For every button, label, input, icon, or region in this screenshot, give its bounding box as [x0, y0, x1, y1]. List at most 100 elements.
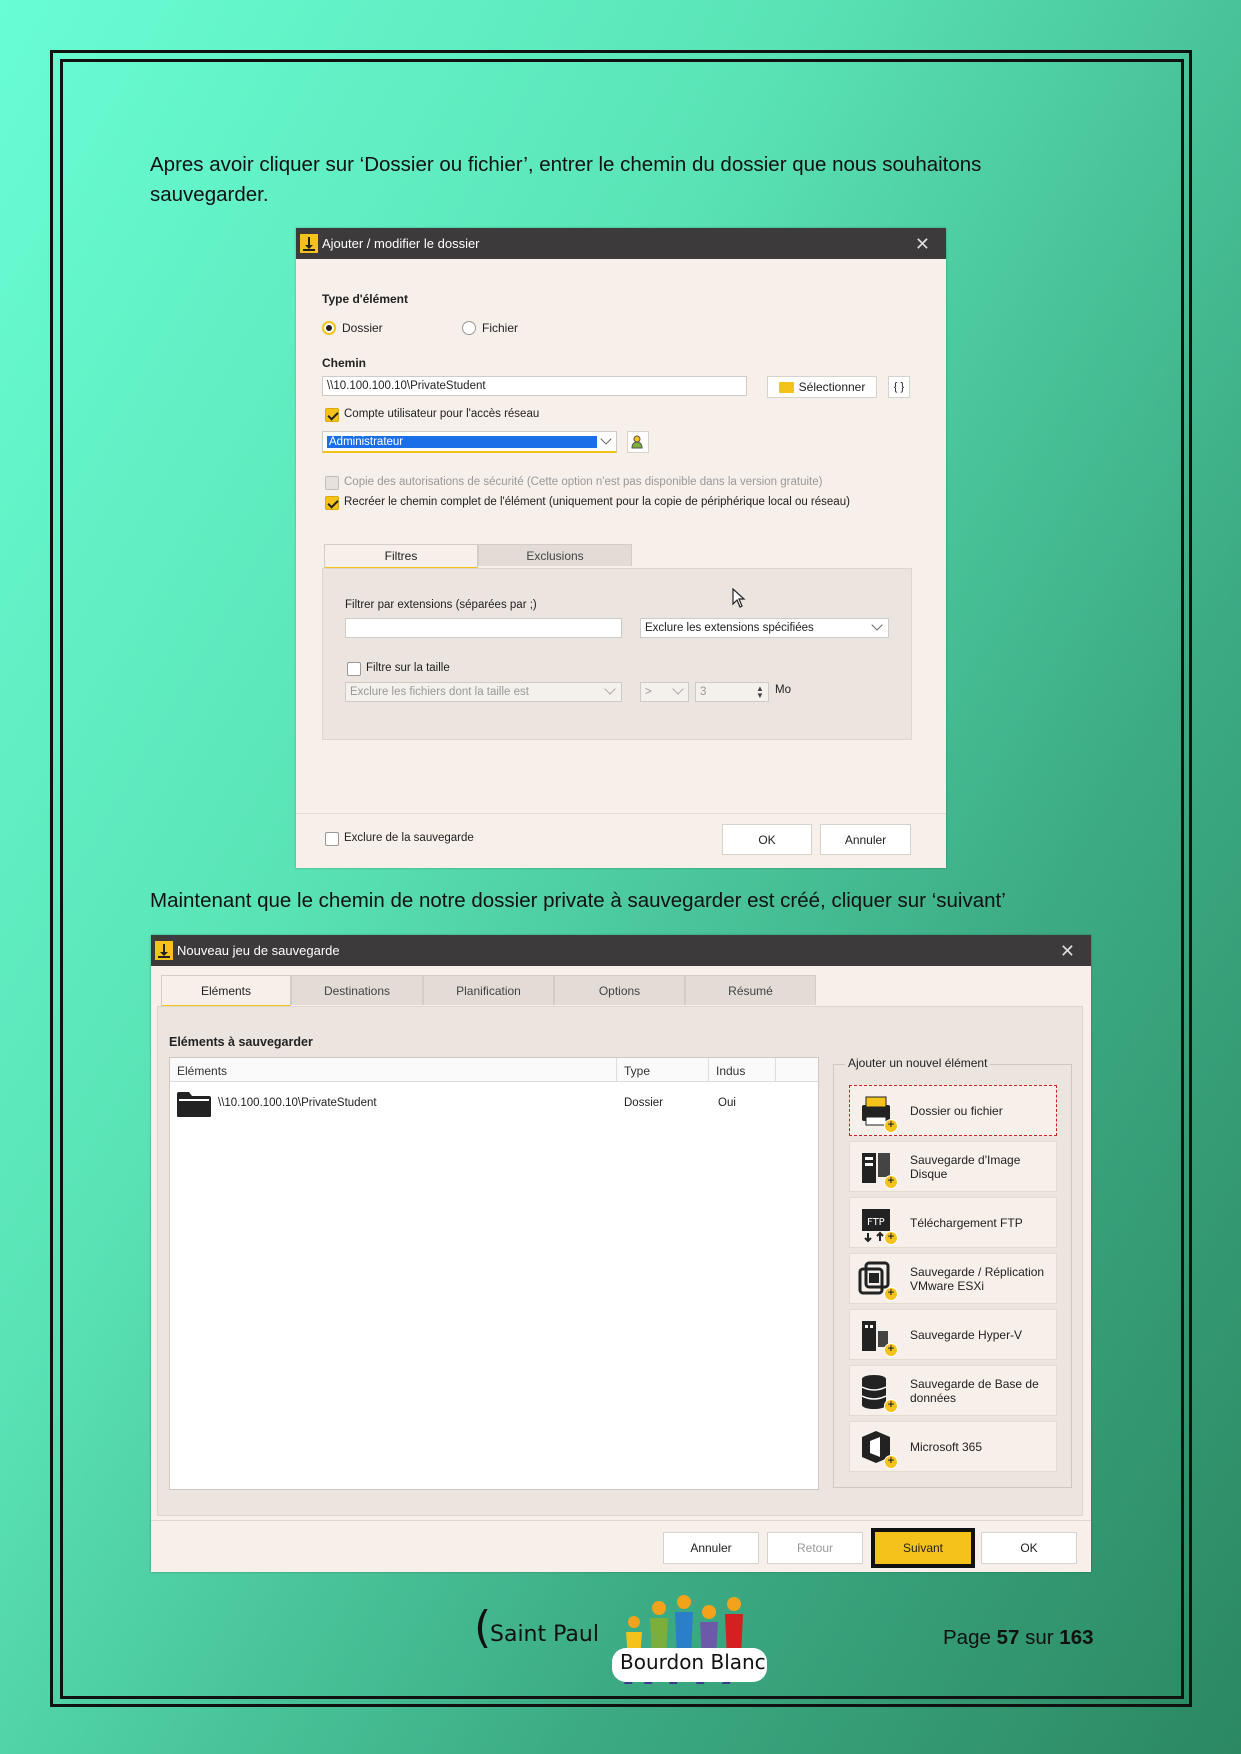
column-header-type[interactable]: Type: [624, 1064, 650, 1078]
add-item-label: Téléchargement FTP: [910, 1215, 1023, 1230]
type-label: Type d'élément: [322, 292, 408, 306]
cancel-button[interactable]: Annuler: [820, 824, 911, 855]
path-input[interactable]: \\10.100.100.10\PrivateStudent: [322, 376, 747, 396]
path-label: Chemin: [322, 356, 367, 370]
copy-permissions-checkbox[interactable]: [325, 476, 339, 490]
row-type: Dossier: [624, 1097, 663, 1109]
stepper-arrows-icon[interactable]: ▲ ▼: [756, 685, 764, 700]
back-button[interactable]: Retour: [767, 1532, 863, 1564]
exclude-checkbox[interactable]: [325, 832, 339, 846]
tab-options[interactable]: Options: [554, 975, 685, 1005]
recreate-path-label: Recréer le chemin complet de l'élément (…: [344, 496, 850, 508]
network-account-label: Compte utilisateur pour l'accès réseau: [344, 408, 540, 420]
table-row[interactable]: \\10.100.100.10\PrivateStudent Dossier O…: [170, 1084, 818, 1124]
dialog-titlebar: Ajouter / modifier le dossier: [296, 228, 946, 259]
network-account-checkbox[interactable]: [325, 408, 339, 422]
add-element-group-label: Ajouter un nouvel élément: [845, 1056, 991, 1070]
intro-paragraph: Apres avoir cliquer sur ‘Dossier ou fich…: [150, 153, 982, 206]
account-select[interactable]: Administrateur: [322, 431, 617, 453]
hyperv-icon: +: [856, 1315, 898, 1357]
column-header-elements[interactable]: Eléments: [177, 1064, 227, 1078]
office365-icon: +: [856, 1427, 898, 1469]
select-button[interactable]: Sélectionner: [767, 376, 877, 398]
size-unit-label: Mo: [775, 684, 791, 696]
add-ftp-button[interactable]: FTP + Téléchargement FTP: [849, 1197, 1057, 1248]
row-included: Oui: [718, 1097, 736, 1109]
table-header: Eléments Type Indus: [170, 1058, 818, 1082]
add-item-label: Sauvegarde de Base de données: [910, 1376, 1039, 1405]
add-item-label: Dossier ou fichier: [910, 1103, 1003, 1118]
edit-folder-dialog: Ajouter / modifier le dossier ✕ Type d'é…: [296, 228, 946, 868]
add-microsoft365-button[interactable]: + Microsoft 365: [849, 1421, 1057, 1472]
column-divider: [616, 1058, 617, 1082]
app-logo-icon: [300, 234, 318, 253]
ok-button[interactable]: OK: [981, 1532, 1077, 1564]
tab-planification[interactable]: Planification: [423, 975, 554, 1005]
add-item-label: Sauvegarde Hyper-V: [910, 1327, 1023, 1342]
folder-icon: [778, 381, 794, 393]
row-path: \\10.100.100.10\PrivateStudent: [218, 1097, 377, 1109]
tab-resume[interactable]: Résumé: [685, 975, 816, 1005]
add-disk-image-button[interactable]: + Sauvegarde d'Image Disque: [849, 1141, 1057, 1192]
size-operator-select[interactable]: >: [640, 682, 689, 702]
dialog-title: Ajouter / modifier le dossier: [322, 236, 480, 251]
vmware-icon: +: [856, 1259, 898, 1301]
page-number: Page 57 sur 163: [943, 1626, 1094, 1650]
dialog-title: Nouveau jeu de sauvegarde: [177, 943, 340, 958]
logo-bracket: (: [474, 1602, 492, 1653]
dialog-footer-divider: [151, 1520, 1091, 1521]
radio-dossier[interactable]: [322, 321, 336, 335]
size-filter-label: Filtre sur la taille: [366, 662, 450, 674]
user-key-icon: [631, 435, 643, 449]
ftp-icon: FTP +: [856, 1203, 898, 1245]
app-logo-icon: [155, 941, 173, 960]
tab-destinations[interactable]: Destinations: [291, 975, 423, 1005]
user-account-button[interactable]: [627, 431, 649, 453]
ok-button[interactable]: OK: [722, 824, 812, 855]
svg-text:FTP: FTP: [867, 1217, 885, 1228]
filter-ext-label: Filtrer par extensions (séparées par ;): [345, 599, 537, 611]
filters-panel: Filtrer par extensions (séparées par ;) …: [322, 568, 912, 740]
filter-mode-select[interactable]: Exclure les extensions spécifiées: [640, 618, 889, 638]
radio-fichier[interactable]: [462, 321, 476, 335]
next-button[interactable]: Suivant: [871, 1528, 975, 1568]
add-vmware-button[interactable]: + Sauvegarde / Réplication VMware ESXi: [849, 1253, 1057, 1304]
add-database-button[interactable]: + Sauvegarde de Base de données: [849, 1365, 1057, 1416]
folder-icon: [177, 1092, 211, 1117]
size-filter-checkbox[interactable]: [347, 662, 361, 676]
size-mode-select[interactable]: Exclure les fichiers dont la taille est: [345, 682, 622, 702]
add-folder-file-button[interactable]: + Dossier ou fichier: [849, 1085, 1057, 1136]
page-prefix: Page: [943, 1626, 991, 1649]
filter-ext-input[interactable]: [345, 618, 622, 638]
middle-paragraph: Maintenant que le chemin de notre dossie…: [150, 889, 1006, 912]
braces-button[interactable]: { }: [888, 376, 910, 398]
logo-line2: Bourdon Blanc: [620, 1650, 766, 1674]
exclude-label: Exclure de la sauvegarde: [344, 832, 474, 844]
database-icon: +: [856, 1371, 898, 1413]
disk-image-icon: +: [856, 1147, 898, 1189]
close-icon[interactable]: ✕: [915, 234, 930, 255]
page-current: 57: [996, 1626, 1020, 1649]
add-item-label: Microsoft 365: [910, 1439, 983, 1454]
section-title: Eléments à sauvegarder: [169, 1035, 313, 1049]
school-logo: ( Saint Paul Bourdon Blanc: [474, 1588, 774, 1698]
recreate-path-checkbox[interactable]: [325, 496, 339, 510]
new-backup-set-dialog: Nouveau jeu de sauvegarde ✕ Eléments Des…: [151, 935, 1091, 1572]
page-sep: sur: [1025, 1626, 1054, 1649]
add-hyperv-button[interactable]: + Sauvegarde Hyper-V: [849, 1309, 1057, 1360]
logo-line1: Saint Paul: [490, 1622, 599, 1647]
elements-table: Eléments Type Indus \\10.100.100.10\Priv…: [169, 1057, 819, 1490]
tab-filtres[interactable]: Filtres: [324, 544, 478, 569]
tab-elements[interactable]: Eléments: [161, 975, 291, 1007]
close-icon[interactable]: ✕: [1060, 941, 1075, 962]
column-header-included[interactable]: Indus: [716, 1064, 745, 1078]
add-item-label: Sauvegarde d'Image Disque: [910, 1152, 1021, 1181]
printer-folder-icon: +: [856, 1091, 898, 1133]
tab-exclusions[interactable]: Exclusions: [478, 544, 632, 566]
radio-fichier-label: Fichier: [482, 321, 519, 335]
account-select-value: Administrateur: [326, 434, 598, 449]
cancel-button[interactable]: Annuler: [663, 1532, 759, 1564]
column-divider: [708, 1058, 709, 1082]
select-button-label: Sélectionner: [798, 380, 866, 394]
copy-permissions-label: Copie des autorisations de sécurité (Cet…: [344, 476, 823, 488]
